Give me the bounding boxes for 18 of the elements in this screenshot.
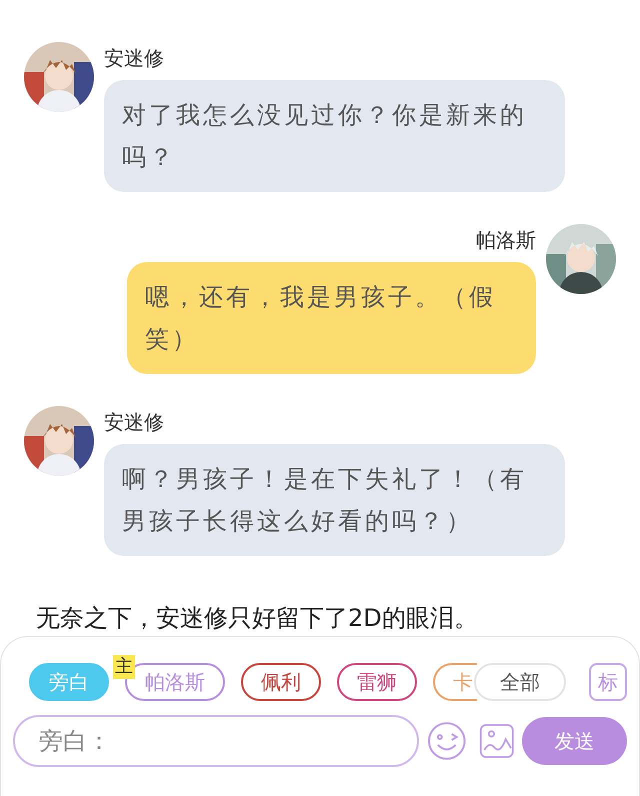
emoji-icon[interactable]: [427, 721, 467, 761]
message-bubble: 对了我怎么没见过你？你是新来的吗？: [104, 80, 565, 192]
message-bubble: 啊？男孩子！是在下失礼了！（有男孩子长得这么好看的吗？）: [104, 444, 565, 556]
send-button[interactable]: 发送: [522, 717, 627, 765]
sender-name: 安迷修: [104, 409, 164, 436]
message-input[interactable]: 旁白：: [13, 715, 420, 767]
character-chip[interactable]: 卡: [433, 663, 477, 701]
character-chip[interactable]: 雷狮: [337, 663, 417, 701]
mark-button[interactable]: 标: [589, 663, 627, 701]
character-chip[interactable]: 佩利: [241, 663, 321, 701]
narration-text: 无奈之下，安迷修只好留下了2D的眼泪。: [36, 603, 479, 634]
image-icon[interactable]: [478, 723, 514, 759]
all-button[interactable]: 全部: [474, 663, 566, 701]
message-bubble: 嗯，还有，我是男孩子。（假笑）: [127, 262, 536, 374]
sender-name: 帕洛斯: [476, 227, 536, 254]
sender-name: 安迷修: [104, 45, 164, 72]
main-badge: 主: [113, 655, 135, 679]
character-chip[interactable]: 旁白: [29, 663, 109, 701]
